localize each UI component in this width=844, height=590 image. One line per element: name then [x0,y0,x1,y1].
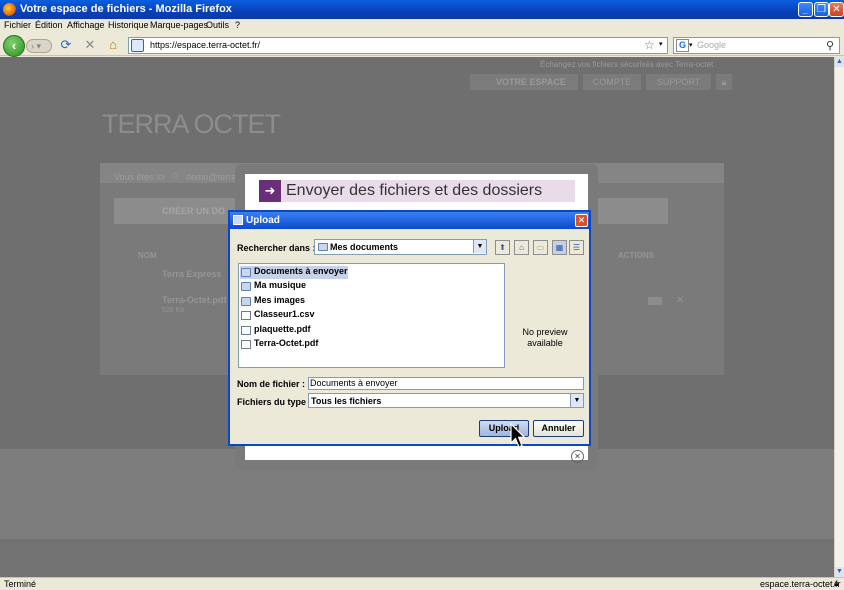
navigation-toolbar: ‹ › ▾ ⟳ ✕ ⌂ https://espace.terra-octet.f… [0,34,844,57]
delete-icon[interactable]: ✕ [676,295,684,306]
menu-edition[interactable]: Édition [35,20,63,30]
url-text[interactable]: https://espace.terra-octet.fr/ [150,40,260,50]
scroll-up-button[interactable]: ▲ [835,57,844,67]
top-link[interactable]: Échangez vos fichiers sécurisés avec Ter… [540,60,713,69]
breadcrumb: Vous êtes ici [114,172,165,182]
look-in-combo[interactable]: Mes documents ▼ [314,239,487,255]
file-icon [241,340,251,349]
home-folder-icon[interactable]: ⌂ [514,240,529,255]
forward-button[interactable]: › ▾ [26,39,52,53]
column-actions: ACTIONS [618,251,654,260]
search-engine-icon[interactable]: G [676,39,689,52]
toolbar-bar [590,198,668,224]
list-item[interactable]: Terra-Octet.pdf [240,338,318,351]
terra-octet-logo: TERRA OCTET [102,109,281,139]
chevron-down-icon[interactable]: ▼ [473,240,486,253]
cancel-button[interactable]: Annuler [533,420,584,437]
filename-field[interactable]: Documents à envoyer [308,377,584,390]
filetype-combo[interactable]: Tous les fichiers ▼ [308,393,584,408]
modal-close-icon[interactable]: ✕ [571,450,584,463]
folder-icon [241,282,251,291]
file-list[interactable]: Documents à envoyer Ma musique Mes image… [238,263,505,368]
breadcrumb-user[interactable]: demo@terra [186,172,236,182]
url-bar[interactable]: https://espace.terra-octet.fr/ ☆ ▾ [128,37,668,54]
back-button[interactable]: ‹ [3,35,25,57]
list-view-icon[interactable]: ▦ [552,240,567,255]
status-domain: espace.terra-octet.fr [760,579,841,589]
upload-dialog-title-bar: Upload [230,212,589,229]
maximize-button[interactable]: ❐ [814,2,829,17]
upload-dialog-close-button[interactable]: ✕ [575,214,588,227]
up-folder-icon[interactable]: ⬆ [495,240,510,255]
menu-fichier[interactable]: Fichier [4,20,31,30]
filename-label: Nom de fichier : [237,379,306,389]
list-item[interactable]: Ma musique [240,280,306,293]
scroll-down-button[interactable]: ▼ [835,567,844,577]
file-row-terra-octet-pdf[interactable]: Terra-Octet.pdf [162,295,226,305]
search-bar[interactable]: G ▾ Google ⚲ [673,37,840,54]
list-item[interactable]: plaquette.pdf [240,324,311,337]
create-folder-button[interactable]: CRÉER UN DO [114,198,236,224]
menu-affichage[interactable]: Affichage [67,20,104,30]
filetype-value: Tous les fichiers [311,396,382,406]
file-size: 526 Ko [162,307,185,314]
search-icon[interactable]: ⚲ [826,39,834,52]
download-icon[interactable] [648,297,662,305]
file-icon [241,311,251,320]
tab-votre-espace[interactable]: VOTRE ESPACE [470,74,578,90]
tab-compte[interactable]: COMPTE [583,74,641,90]
home-crumb-icon[interactable]: ⌂ [172,170,178,181]
bookmark-star-icon[interactable]: ☆ [644,38,655,52]
column-name: NOM [138,251,157,260]
firefox-logo-icon [3,3,16,16]
java-app-icon [233,215,243,225]
search-placeholder: Google [697,40,727,50]
look-in-value: Mes documents [330,242,399,252]
list-item[interactable]: Documents à envoyer [240,266,348,279]
filetype-label: Fichiers du type : [237,397,312,407]
modal-title: Envoyer des fichiers et des dossiers [286,182,543,199]
menu-help[interactable]: ? [235,20,240,30]
page-scrollbar[interactable]: ▲ ▼ [834,57,844,577]
modal-header: ➜ Envoyer des fichiers et des dossiers [259,180,575,202]
site-identity-icon[interactable] [131,39,144,52]
folder-icon [241,268,251,277]
stop-icon[interactable]: ✕ [83,38,97,52]
reload-icon[interactable]: ⟳ [59,38,73,52]
folder-icon [241,297,251,306]
upload-arrow-icon: ➜ [259,180,281,202]
new-folder-icon[interactable]: ▭ [533,240,548,255]
upload-dialog: Upload ✕ Rechercher dans : Mes documents… [228,210,591,446]
window-title: Votre espace de fichiers - Mozilla Firef… [20,3,232,15]
file-row-terra-express[interactable]: Terra Express [162,269,221,279]
home-icon[interactable]: ⌂ [106,38,120,52]
file-icon [241,326,251,335]
list-item[interactable]: Mes images [240,295,305,308]
menu-outils[interactable]: Outils [206,20,229,30]
search-engine-dropdown-icon[interactable]: ▾ [689,41,693,49]
folder-icon [318,243,328,251]
status-text: Terminé [4,579,37,589]
menu-bar: Fichier Édition Affichage Historique Mar… [0,19,844,34]
menu-historique[interactable]: Historique [108,20,149,30]
page-footer [0,539,834,577]
details-view-icon[interactable]: ☰ [569,240,584,255]
look-in-label: Rechercher dans : [237,243,316,253]
status-lock-icon: 🔒︎ [834,578,839,588]
chevron-down-icon[interactable]: ▼ [570,394,583,407]
lock-icon[interactable]: 🔒︎ [716,74,732,90]
close-window-button[interactable]: ✕ [829,2,844,17]
tab-support[interactable]: SUPPORT [646,74,711,90]
list-item[interactable]: Classeur1.csv [240,309,315,322]
status-bar: Terminé espace.terra-octet.fr 🔒︎ [0,577,844,590]
url-dropdown-icon[interactable]: ▾ [659,40,663,48]
preview-text: No preview available [522,327,568,348]
menu-marque-pages[interactable]: Marque-pages [150,20,208,30]
upload-dialog-title: Upload [246,215,280,226]
mouse-cursor-icon [510,423,526,448]
minimize-button[interactable]: _ [798,2,813,17]
window-title-bar: Votre espace de fichiers - Mozilla Firef… [0,0,844,19]
